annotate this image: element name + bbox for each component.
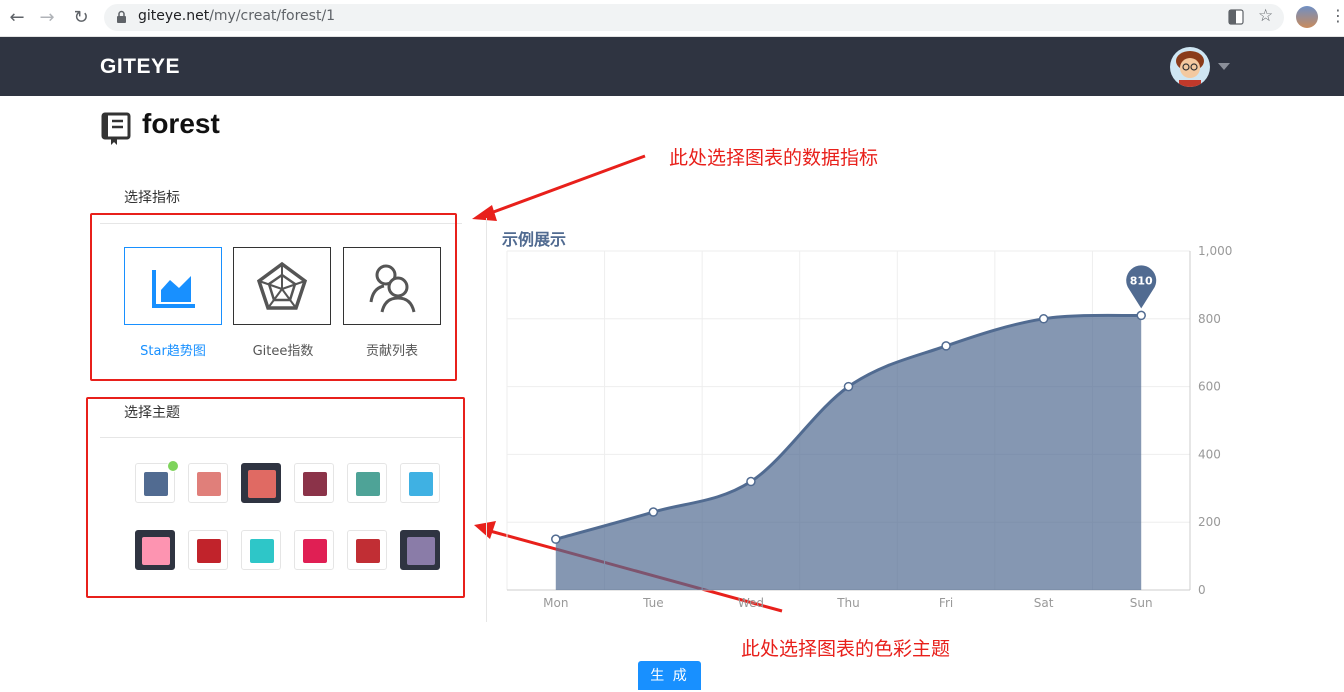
x-tick-label: Mon — [543, 596, 568, 610]
x-tick-label: Tue — [642, 596, 664, 610]
y-tick-label: 1,000 — [1198, 244, 1232, 258]
y-tick-label: 600 — [1198, 380, 1221, 394]
area-fill — [555, 315, 1142, 590]
generate-button[interactable]: 生 成 — [638, 661, 701, 690]
x-tick-label: Sat — [1034, 596, 1054, 610]
y-tick-label: 800 — [1198, 312, 1221, 326]
data-point — [1136, 310, 1146, 321]
x-tick-label: Thu — [836, 596, 860, 610]
data-point — [1038, 314, 1049, 324]
data-point — [941, 341, 951, 351]
x-tick-label: Wed — [738, 596, 764, 610]
x-tick-label: Sun — [1130, 596, 1153, 610]
y-tick-label: 0 — [1198, 583, 1206, 597]
data-point — [843, 381, 854, 392]
data-point — [746, 476, 756, 487]
star-trend-chart: 0 200 400 600 800 1,000 Mon Tue Wed Thu Fri Sat Sun 8… — [506, 244, 1232, 610]
max-marker-label: 810 — [1130, 274, 1153, 287]
data-point — [551, 534, 561, 544]
y-tick-label: 200 — [1198, 515, 1221, 529]
data-point — [648, 507, 659, 517]
y-tick-label: 400 — [1198, 447, 1221, 461]
x-tick-label: Fri — [939, 596, 953, 610]
